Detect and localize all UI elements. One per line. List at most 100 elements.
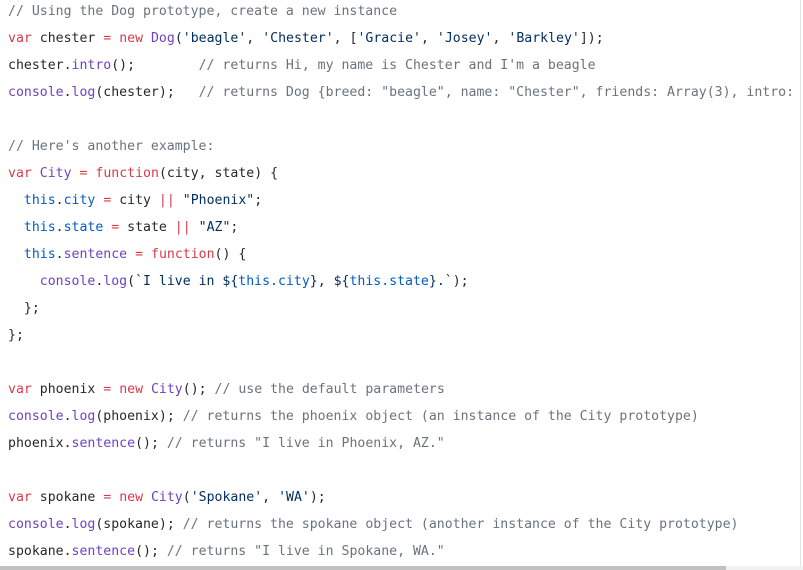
property-token: state [63, 220, 104, 235]
identifier-token: console [8, 409, 64, 424]
identifier-token: console [39, 274, 96, 289]
keyword-token: new [119, 31, 144, 46]
plain-token: (); [111, 58, 199, 73]
string-token: 'Josey' [436, 31, 493, 46]
plain-token: . [63, 85, 72, 100]
code-line: spokane.sentence(); // returns "I live i… [8, 538, 800, 565]
string-token: `I live in ${ [135, 274, 239, 289]
identifier-token: log [71, 85, 96, 100]
plain-token: . [55, 193, 64, 208]
comment-token: // returns the spokane object (another i… [182, 517, 739, 532]
plain-token: . [63, 517, 72, 532]
identifier-token: log [71, 517, 96, 532]
plain-token: (); [135, 436, 167, 451]
comment-token: // use the default parameters [214, 382, 445, 397]
property-token: this [23, 193, 56, 208]
keyword-token: var [8, 31, 32, 46]
plain-token: }; [8, 301, 40, 316]
identifier-token: log [71, 409, 96, 424]
keyword-token: function [151, 247, 215, 262]
code-line: this.state = state || "AZ"; [8, 214, 800, 241]
string-token: "Phoenix" [182, 193, 255, 208]
keyword-token: var [8, 490, 32, 505]
code-line: this.sentence = function() { [8, 241, 800, 268]
code-line: }; [8, 295, 800, 322]
code-line: this.city = city || "Phoenix"; [8, 187, 800, 214]
string-token: 'Gracie' [357, 31, 422, 46]
code-line: console.log(chester); // returns Dog {br… [8, 79, 801, 106]
plain-token: ; [230, 220, 239, 235]
plain-token: , [421, 31, 437, 46]
keyword-token: new [119, 382, 144, 397]
string-token: }, ${ [309, 274, 350, 289]
code-line: // Here's another example: [8, 133, 800, 160]
plain-token: , [246, 31, 263, 46]
identifier-token: City [39, 166, 72, 181]
comment-token: // Here's another example: [8, 139, 215, 154]
horizontal-scrollbar[interactable] [0, 566, 803, 570]
code-line: console.log(phoenix); // returns the pho… [8, 403, 800, 430]
identifier-token: Dog [150, 31, 175, 46]
plain-token: ( [174, 31, 183, 46]
property-token: this.state [349, 274, 429, 289]
comment-token: // returns Dog {breed: "beagle", name: "… [198, 85, 801, 100]
comment-token: // returns "I live in Phoenix, AZ." [166, 436, 445, 451]
code-line: var City = function(city, state) { [8, 160, 800, 187]
plain-token: ]); [579, 31, 604, 46]
identifier-token: City [150, 490, 183, 505]
property-token: this.city [238, 274, 310, 289]
scrollbar-thumb[interactable] [0, 566, 726, 570]
plain-token: chester. [8, 58, 72, 73]
string-token: 'beagle' [182, 31, 247, 46]
code-line: console.log(spokane); // returns the spo… [8, 511, 800, 538]
plain-token: (); [182, 382, 215, 397]
identifier-token: sentence [63, 247, 128, 262]
plain-token: , [262, 490, 279, 505]
keyword-token: var [8, 382, 32, 397]
plain-token: }; [8, 328, 24, 343]
code-content: // Using the Dog prototype, create a new… [0, 0, 801, 565]
plain-token: () { [214, 247, 247, 262]
property-token: this [23, 247, 56, 262]
plain-token: ; [254, 193, 263, 208]
plain-token: , [ [333, 31, 358, 46]
identifier-token: log [103, 274, 128, 289]
identifier-token: console [8, 85, 64, 100]
plain-token: (spokane); [95, 517, 183, 532]
plain-token: spokane. [8, 544, 72, 559]
identifier-token: console [8, 517, 64, 532]
comment-token: // Using the Dog prototype, create a new… [8, 4, 398, 19]
comment-token: // returns "I live in Spokane, WA." [166, 544, 445, 559]
plain-token: ( [182, 490, 191, 505]
string-token: "AZ" [198, 220, 231, 235]
property-token: this [23, 220, 56, 235]
code-line: }; [8, 322, 800, 349]
keyword-token: || [174, 220, 191, 235]
plain-token: , [492, 31, 509, 46]
comment-token: // returns Hi, my name is Chester and I'… [198, 58, 596, 73]
keyword-token: || [158, 193, 175, 208]
string-token: 'Spokane' [190, 490, 263, 505]
plain-token: state [119, 220, 175, 235]
plain-token: spokane [31, 490, 104, 505]
plain-token: city [111, 193, 159, 208]
string-token: }.` [428, 274, 453, 289]
string-token: 'WA' [278, 490, 310, 505]
code-line: // Using the Dog prototype, create a new… [8, 0, 800, 25]
code-line: chester.intro(); // returns Hi, my name … [8, 52, 800, 79]
keyword-token: = [135, 247, 144, 262]
